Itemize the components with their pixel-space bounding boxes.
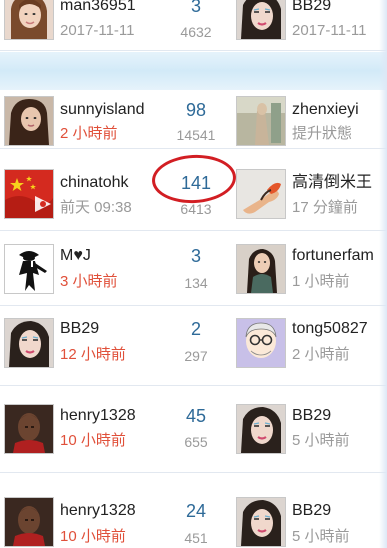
avatar[interactable] <box>4 169 54 219</box>
post-time: 提升狀態 <box>292 125 353 142</box>
man-portrait-avatar <box>5 405 53 453</box>
post-time: 2 小時前 <box>292 346 350 363</box>
reply-count: 24 <box>185 501 207 521</box>
avatar[interactable] <box>236 497 286 547</box>
username[interactable]: BB29 <box>292 406 331 426</box>
username[interactable]: chinatohk <box>60 173 129 193</box>
username[interactable]: tong50827 <box>292 319 368 339</box>
view-count: 655 <box>184 434 208 450</box>
woman-portrait-avatar <box>5 319 53 367</box>
view-count: 4632 <box>180 24 212 40</box>
view-count: 14541 <box>176 127 216 143</box>
section-divider-band <box>0 52 387 90</box>
thread-row[interactable]: man36951 2017-11-11 3 4632 BB29 2017-11-… <box>0 0 387 48</box>
thread-row[interactable]: henry1328 10 小時前 45 655 BB29 5 小時前 <box>0 386 387 472</box>
reply-count: 141 <box>180 173 212 193</box>
post-time: 5 小時前 <box>292 432 350 449</box>
thread-row[interactable]: chinatohk 前天 09:38 141 6413 高清倒米王 17 分鐘前 <box>0 149 387 230</box>
avatar[interactable] <box>236 404 286 454</box>
avatar[interactable] <box>4 0 54 40</box>
woman-pose-avatar <box>237 245 285 293</box>
post-time: 2017-11-11 <box>292 22 367 39</box>
post-time: 10 小時前 <box>60 432 126 449</box>
avatar[interactable] <box>4 404 54 454</box>
view-count: 451 <box>184 530 208 546</box>
post-time: 17 分鐘前 <box>292 199 358 216</box>
post-time: 12 小時前 <box>60 346 126 363</box>
avatar[interactable] <box>236 96 286 146</box>
thread-row[interactable]: M♥J 3 小時前 3 134 fortunerfam 1 小時前 <box>0 231 387 305</box>
username[interactable]: sunnyisland <box>60 100 145 120</box>
avatar[interactable] <box>236 244 286 294</box>
man-portrait-avatar <box>5 498 53 546</box>
post-time: 1 小時前 <box>292 273 350 290</box>
post-time: 5 小時前 <box>292 528 350 545</box>
hand-object-avatar <box>237 170 285 218</box>
post-time: 3 小時前 <box>60 273 118 290</box>
avatar[interactable] <box>4 244 54 294</box>
post-time: 2 小時前 <box>60 125 118 142</box>
username[interactable]: 高清倒米王 <box>292 173 372 193</box>
username[interactable]: BB29 <box>292 501 331 521</box>
row-separator <box>0 50 387 51</box>
username[interactable]: fortunerfam <box>292 246 374 266</box>
red-flag-avatar <box>5 170 53 218</box>
avatar[interactable] <box>4 318 54 368</box>
reply-count: 2 <box>190 319 201 339</box>
reply-count: 98 <box>185 100 207 120</box>
view-count: 297 <box>184 348 208 364</box>
reply-count: 3 <box>190 246 201 266</box>
username[interactable]: henry1328 <box>60 501 136 521</box>
woman-selfie-avatar <box>5 0 53 39</box>
avatar[interactable] <box>4 96 54 146</box>
woman-long-hair-avatar <box>5 97 53 145</box>
reply-count: 45 <box>185 406 207 426</box>
username[interactable]: BB29 <box>60 319 99 339</box>
figure-photo-avatar <box>237 97 285 145</box>
view-count: 134 <box>184 275 208 291</box>
username[interactable]: man36951 <box>60 0 136 16</box>
avatar[interactable] <box>236 0 286 40</box>
cartoon-old-man-avatar <box>237 319 285 367</box>
avatar[interactable] <box>236 318 286 368</box>
reply-count: 3 <box>190 0 201 16</box>
woman-portrait-avatar <box>237 498 285 546</box>
thread-row[interactable]: henry1328 10 小時前 24 451 BB29 5 小時前 <box>0 473 387 548</box>
woman-portrait-avatar <box>237 0 285 39</box>
username[interactable]: BB29 <box>292 0 331 16</box>
thread-row[interactable]: BB29 12 小時前 2 297 tong50827 2 小時前 <box>0 306 387 385</box>
avatar[interactable] <box>236 169 286 219</box>
username[interactable]: henry1328 <box>60 406 136 426</box>
dancer-silhouette-avatar <box>5 245 53 293</box>
woman-portrait-avatar <box>237 405 285 453</box>
view-count: 6413 <box>180 201 212 217</box>
post-time: 2017-11-11 <box>60 22 135 39</box>
username[interactable]: zhenxieyi <box>292 100 359 120</box>
username[interactable]: M♥J <box>60 246 91 266</box>
post-time: 前天 09:38 <box>60 199 132 216</box>
avatar[interactable] <box>4 497 54 547</box>
thread-row[interactable]: sunnyisland 2 小時前 98 14541 zhenxieyi 提升狀… <box>0 90 387 148</box>
post-time: 10 小時前 <box>60 528 126 545</box>
